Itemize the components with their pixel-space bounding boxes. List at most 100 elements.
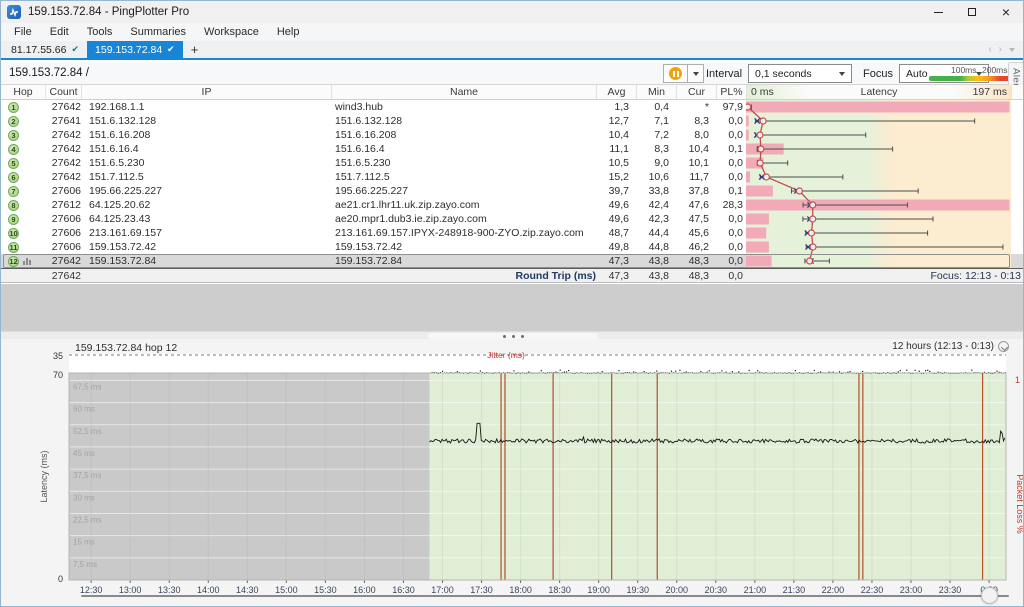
column-header-cur[interactable]: Cur [676, 85, 716, 99]
timeline-range-selector[interactable]: 12 hours (12:13 - 0:13) [892, 341, 1009, 352]
menu-item-workspace[interactable]: Workspace [195, 23, 268, 41]
column-header-name[interactable]: Name [331, 85, 596, 99]
chevron-down-icon [839, 72, 845, 76]
time-tick-label: 17:00 [431, 585, 454, 595]
name-cell: 213.161.69.157.IPYX-248918-900-ZYO.zip.z… [331, 226, 596, 240]
time-tick-label: 22:30 [861, 585, 884, 595]
packet-loss-axis-label: Packet Loss % [1015, 474, 1024, 534]
tab-scroll-right-icon[interactable]: › [999, 44, 1002, 55]
cur-cell: 37,8 [676, 184, 716, 198]
pause-dropdown-button[interactable] [688, 64, 704, 83]
hop-cell: 9 [1, 212, 45, 226]
interval-select[interactable]: 0,1 seconds [748, 64, 852, 83]
timeline-graph[interactable]: 35Jitter (ms)67,5 ms60 ms52,5 ms45 ms37,… [1, 339, 1024, 607]
tab-159.153.72.84[interactable]: 159.153.72.84✔ [87, 41, 183, 58]
minmax-whisker [756, 133, 866, 138]
new-tab-button[interactable]: + [183, 41, 207, 58]
tab-scroll-left-icon[interactable]: ‹ [988, 44, 991, 55]
loss-bar [746, 116, 749, 127]
avg-cell: 48,7 [596, 226, 636, 240]
name-cell: 151.6.16.4 [331, 142, 596, 156]
name-cell: ae21.cr1.lhr11.uk.zip.zayo.com [331, 198, 596, 212]
menu-item-help[interactable]: Help [268, 23, 309, 41]
count-cell: 27642 [45, 170, 81, 184]
count-cell: 27642 [45, 254, 81, 268]
menu-item-tools[interactable]: Tools [78, 23, 122, 41]
window-title: 159.153.72.84 - PingPlotter Pro [28, 6, 189, 18]
cur-cell: * [676, 100, 716, 114]
count-cell: 27606 [45, 226, 81, 240]
maximize-button[interactable] [955, 1, 989, 23]
timeline-scrollbar-handle[interactable] [981, 587, 998, 604]
svg-text:37,5 ms: 37,5 ms [73, 471, 101, 480]
pl-cell: 0,0 [716, 254, 746, 268]
ip-cell: 159.153.72.84 [81, 254, 331, 268]
jitter-axis-label: Jitter (ms) [487, 350, 525, 360]
cur-cell: 48,3 [676, 254, 716, 268]
min-cell: 42,4 [636, 198, 676, 212]
avg-cell: 47,3 [596, 254, 636, 268]
column-header-avg[interactable]: Avg [596, 85, 636, 99]
graph-header-0ms: 0 ms [747, 85, 809, 99]
avg-cell: 10,4 [596, 128, 636, 142]
name-cell: 195.66.225.227 [331, 184, 596, 198]
window-controls: × [921, 1, 1023, 23]
avg-marker [809, 230, 815, 236]
tab-81.17.55.66[interactable]: 81.17.55.66✔ [3, 41, 87, 58]
min-cell: 44,4 [636, 226, 676, 240]
menu-item-file[interactable]: File [5, 23, 41, 41]
close-icon: × [1002, 4, 1010, 20]
hop-number-badge: 9 [8, 214, 19, 225]
pane-gap [1, 284, 1023, 331]
min-cell: 7,1 [636, 114, 676, 128]
ip-cell: 64.125.23.43 [81, 212, 331, 226]
timeline-scrollbar-track[interactable] [81, 595, 1009, 597]
cur-cell: 46,2 [676, 240, 716, 254]
pane-splitter[interactable] [1, 331, 1023, 339]
pl-cell: 97,9 [716, 100, 746, 114]
time-tick-label: 23:30 [939, 585, 962, 595]
min-cell: 7,2 [636, 128, 676, 142]
column-header-hop[interactable]: Hop [1, 85, 45, 99]
column-header-pl[interactable]: PL% [716, 85, 746, 99]
minimize-button[interactable] [921, 1, 955, 23]
column-header-count[interactable]: Count [45, 85, 81, 99]
ip-cell: 195.66.225.227 [81, 184, 331, 198]
app-icon [7, 5, 21, 19]
menu-bar: FileEditToolsSummariesWorkspaceHelp [1, 23, 1023, 41]
svg-text:7,5 ms: 7,5 ms [73, 560, 97, 569]
close-button[interactable]: × [989, 1, 1023, 23]
avg-cell: 49,8 [596, 240, 636, 254]
tab-list-icon[interactable] [1009, 48, 1015, 52]
hop-cell: 7 [1, 184, 45, 198]
count-cell: 27612 [45, 198, 81, 212]
hop-number-badge: 11 [8, 242, 19, 253]
ip-cell: 151.6.5.230 [81, 156, 331, 170]
pl-cell: 0,0 [716, 212, 746, 226]
count-cell: 27641 [45, 114, 81, 128]
tab-bar: 81.17.55.66✔159.153.72.84✔ + ‹ › [1, 41, 1023, 60]
minmax-whisker [760, 175, 843, 180]
cur-cell: 8,3 [676, 114, 716, 128]
pl-cell: 0,0 [716, 156, 746, 170]
no-data-region [69, 373, 429, 580]
menu-item-edit[interactable]: Edit [41, 23, 78, 41]
minmax-whisker [791, 189, 918, 194]
hop-cell: 12 [1, 254, 45, 268]
avg-marker [810, 244, 816, 250]
pause-button[interactable] [663, 64, 688, 83]
min-cell: 44,8 [636, 240, 676, 254]
round-trip-label: Round Trip (ms) [331, 270, 596, 282]
min-cell: 0,4 [636, 100, 676, 114]
time-tick-label: 20:30 [705, 585, 728, 595]
time-tick-label: 21:30 [783, 585, 806, 595]
hop-number-badge: 7 [8, 186, 19, 197]
hop-number-badge: 12 [8, 256, 19, 267]
menu-item-summaries[interactable]: Summaries [121, 23, 195, 41]
pl-cell: 0,0 [716, 226, 746, 240]
column-header-ip[interactable]: IP [81, 85, 331, 99]
column-header-min[interactable]: Min [636, 85, 676, 99]
hop-number-badge: 2 [8, 116, 19, 127]
svg-text:70: 70 [53, 370, 63, 380]
timeline-graphed-icon [23, 257, 31, 265]
